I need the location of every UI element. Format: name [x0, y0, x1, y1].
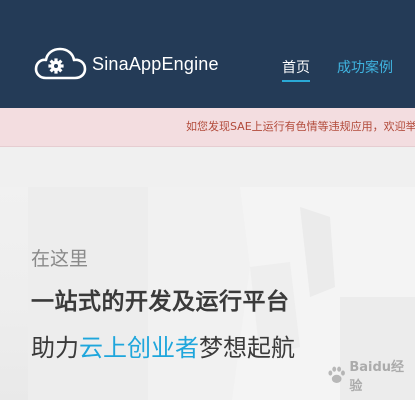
nav-home[interactable]: 首页 — [282, 60, 310, 82]
watermark-text: Baidu经验 — [349, 360, 405, 394]
hero-subtitle: 在这里 — [31, 248, 89, 270]
cloud-gear-icon — [34, 47, 87, 80]
header: SinaAppEngine 首页 成功案例 — [0, 0, 415, 108]
paw-icon — [328, 366, 345, 383]
hero-slogan-highlight: 云上创业者 — [79, 334, 199, 362]
logo-text: SinaAppEngine — [92, 53, 219, 74]
logo[interactable]: SinaAppEngine — [34, 47, 219, 81]
notice-text[interactable]: 如您发现SAE上运行有色情等违规应用，欢迎举报 — [186, 120, 415, 134]
nav-success-cases[interactable]: 成功案例 — [337, 60, 393, 76]
watermark: Baidu经验 — [326, 356, 415, 394]
hero-title: 一站式的开发及运行平台 — [31, 289, 290, 315]
notice-bar: 如您发现SAE上运行有色情等违规应用，欢迎举报 — [0, 108, 415, 147]
hero-slogan-prefix: 助力 — [31, 334, 79, 362]
hero-slogan-suffix: 梦想起航 — [199, 334, 295, 362]
hero-slogan: 助力云上创业者梦想起航 — [31, 334, 295, 362]
